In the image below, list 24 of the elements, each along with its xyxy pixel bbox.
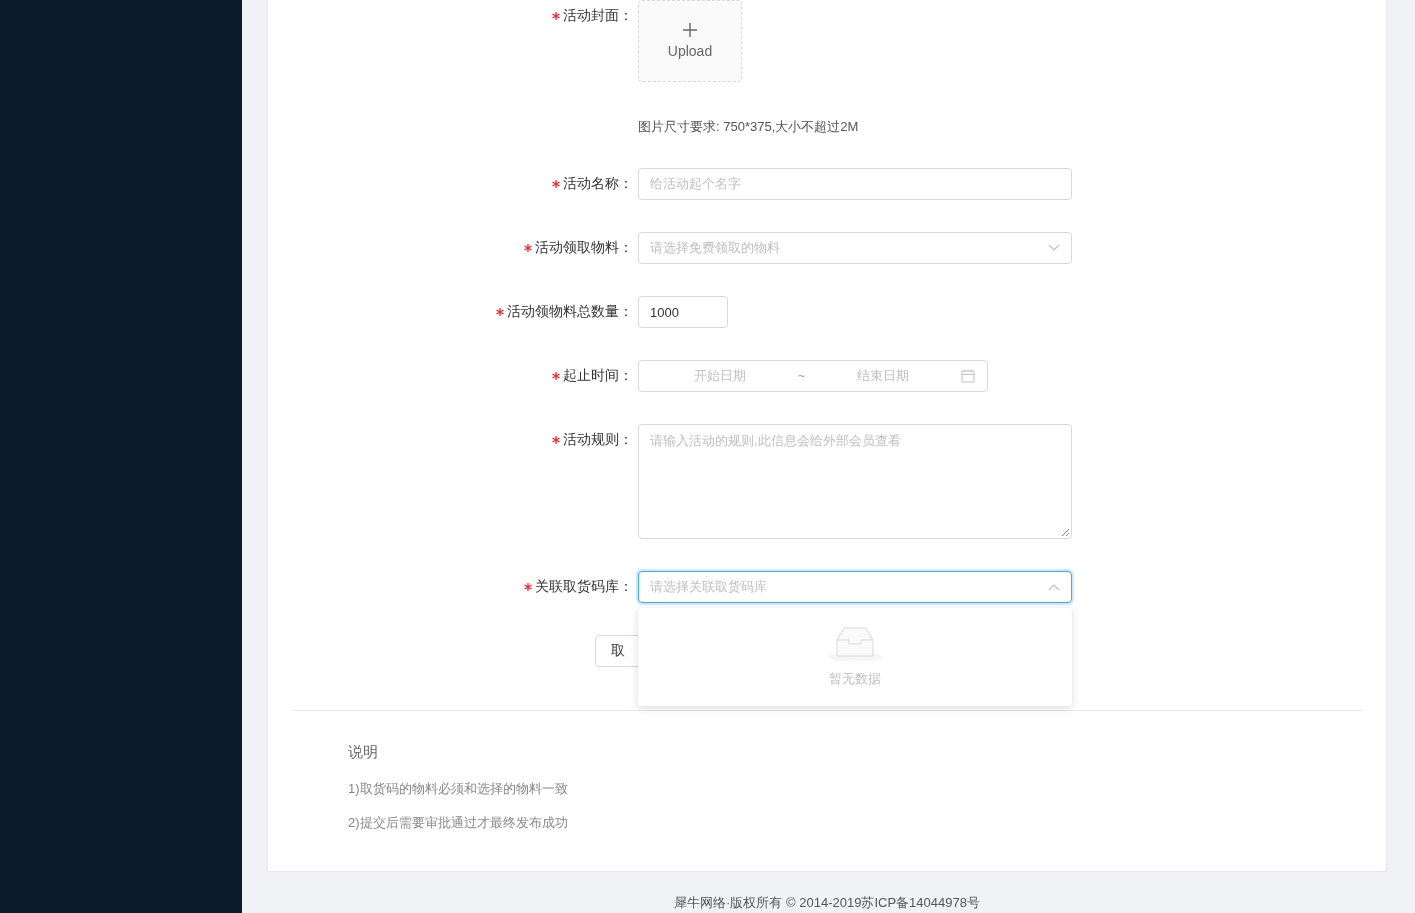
note-text: 2)提交后需要审批通过才最终发布成功 xyxy=(348,814,569,832)
resize-grip-icon xyxy=(1061,528,1070,537)
footer-text: 犀牛网络·版权所有 © 2014-2019苏ICP备14044978号 xyxy=(673,894,981,912)
select-field[interactable]: 请选择免费领取的物料 xyxy=(638,232,1072,264)
quantity-input-field[interactable]: 1000 xyxy=(638,296,728,328)
field-label: 活动领物料总数量： xyxy=(507,303,633,321)
field-label: 活动领取物料： xyxy=(535,239,633,257)
rules-text-area[interactable]: 请输入活动的规则,此信息会给外部会员查看 xyxy=(638,424,1072,539)
name-input-field[interactable]: 给活动起个名字 xyxy=(638,168,1072,200)
empty-text: 暂无数据 xyxy=(829,670,881,688)
field-label: 关联取货码库： xyxy=(535,578,633,596)
field-label: 活动规则： xyxy=(563,431,633,449)
select-field[interactable]: 请选择关联取货码库 xyxy=(638,571,1072,603)
upload-hint: 图片尺寸要求: 750*375,大小不超过2M xyxy=(638,118,859,136)
field-label: 活动封面： xyxy=(563,7,633,25)
field-label: 活动名称： xyxy=(563,175,633,193)
upload-button[interactable]: Upload xyxy=(638,0,742,82)
field-label: 起止时间： xyxy=(563,367,633,385)
plus-icon xyxy=(683,23,697,37)
calendar-icon xyxy=(960,369,975,383)
notes-title: 说明 xyxy=(348,743,379,762)
note-text: 1)取货码的物料必须和选择的物料一致 xyxy=(348,780,569,798)
empty-inbox-icon xyxy=(827,626,883,662)
date-range-field[interactable]: 开始日期 ~ 结束日期 xyxy=(638,360,988,392)
